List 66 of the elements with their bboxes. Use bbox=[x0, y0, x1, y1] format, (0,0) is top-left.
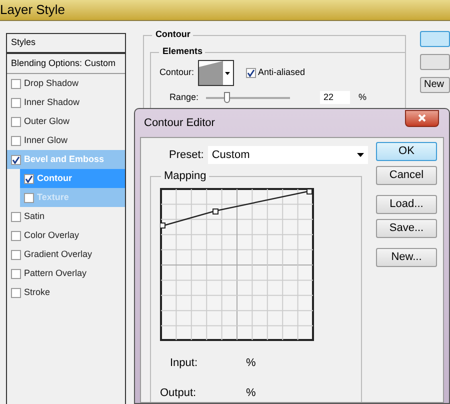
dialog-button[interactable] bbox=[420, 54, 450, 70]
field-label: Range: bbox=[169, 91, 198, 104]
checkbox[interactable] bbox=[11, 136, 21, 146]
dropdown-arrow-icon bbox=[356, 153, 364, 157]
style-label: Stroke bbox=[24, 286, 50, 299]
unit-label: % bbox=[246, 386, 256, 401]
dropdown-value: Custom bbox=[212, 148, 250, 163]
dropdown-arrow-icon bbox=[225, 72, 230, 74]
close-icon bbox=[418, 114, 426, 122]
field-label: Contour: bbox=[159, 66, 194, 80]
style-label: Bevel and Emboss bbox=[24, 152, 104, 166]
style-label: Inner Shadow bbox=[24, 96, 80, 109]
checkbox[interactable] bbox=[11, 154, 21, 164]
style-label: Outer Glow bbox=[24, 114, 70, 128]
checkbox[interactable] bbox=[11, 268, 21, 278]
checkbox[interactable] bbox=[11, 250, 21, 260]
contour-picker[interactable] bbox=[198, 60, 234, 86]
panel-header: Styles bbox=[7, 34, 126, 54]
style-item[interactable]: Stroke bbox=[7, 283, 126, 302]
field-label: Output: bbox=[160, 386, 198, 401]
style-item[interactable]: Gradient Overlay bbox=[7, 245, 126, 264]
style-item[interactable]: Inner Glow bbox=[7, 131, 126, 150]
dialog-button[interactable]: New... bbox=[376, 248, 437, 267]
style-label: Gradient Overlay bbox=[24, 248, 92, 261]
section-title: Mapping bbox=[161, 168, 210, 184]
unit-label: % bbox=[358, 91, 366, 104]
field-label: Preset: bbox=[169, 148, 204, 163]
dialog-button[interactable]: Cancel bbox=[376, 166, 437, 185]
checkbox[interactable] bbox=[11, 116, 21, 126]
style-label: Inner Glow bbox=[24, 134, 68, 147]
dialog-button[interactable] bbox=[420, 31, 450, 47]
contour-curve-graph[interactable] bbox=[160, 188, 314, 341]
dialog-button[interactable]: Load... bbox=[376, 195, 437, 214]
style-label: Drop Shadow bbox=[24, 76, 79, 90]
style-label: Pattern Overlay bbox=[24, 266, 87, 280]
window-title: Layer Style bbox=[0, 1, 66, 20]
checkbox[interactable] bbox=[24, 192, 34, 202]
checkbox-label: Anti-aliased bbox=[258, 66, 305, 80]
dialog-button[interactable]: Save... bbox=[376, 219, 437, 238]
checkbox[interactable] bbox=[246, 68, 256, 78]
checkbox[interactable] bbox=[11, 78, 21, 88]
slider-thumb[interactable] bbox=[224, 92, 230, 103]
style-item[interactable]: Drop Shadow bbox=[7, 74, 126, 93]
style-label: Color Overlay bbox=[24, 228, 80, 242]
style-item[interactable]: Inner Shadow bbox=[7, 93, 126, 112]
checkbox[interactable] bbox=[11, 98, 21, 108]
dialog-button[interactable]: New bbox=[420, 77, 450, 93]
close-button[interactable] bbox=[405, 110, 439, 126]
preset-dropdown[interactable]: Custom bbox=[208, 146, 368, 164]
value-field[interactable]: 22 bbox=[320, 91, 350, 104]
style-label: Satin bbox=[24, 210, 45, 223]
style-item[interactable]: Blending Options: Custom bbox=[7, 54, 126, 74]
field-label: Input: bbox=[170, 356, 199, 371]
checkbox[interactable] bbox=[24, 174, 34, 184]
style-item[interactable]: Pattern Overlay bbox=[7, 264, 126, 283]
style-item[interactable]: Satin bbox=[7, 207, 126, 226]
checkbox[interactable] bbox=[11, 212, 21, 222]
style-item[interactable]: Color Overlay bbox=[7, 226, 126, 245]
dialog-button[interactable]: OK bbox=[376, 142, 437, 161]
dialog-title: Contour Editor bbox=[143, 116, 215, 131]
style-label: Contour bbox=[37, 172, 72, 185]
unit-label: % bbox=[246, 356, 256, 371]
checkbox[interactable] bbox=[11, 230, 21, 240]
style-label: Texture bbox=[37, 190, 69, 204]
style-item[interactable]: Outer Glow bbox=[7, 112, 126, 131]
checkbox[interactable] bbox=[11, 288, 21, 298]
